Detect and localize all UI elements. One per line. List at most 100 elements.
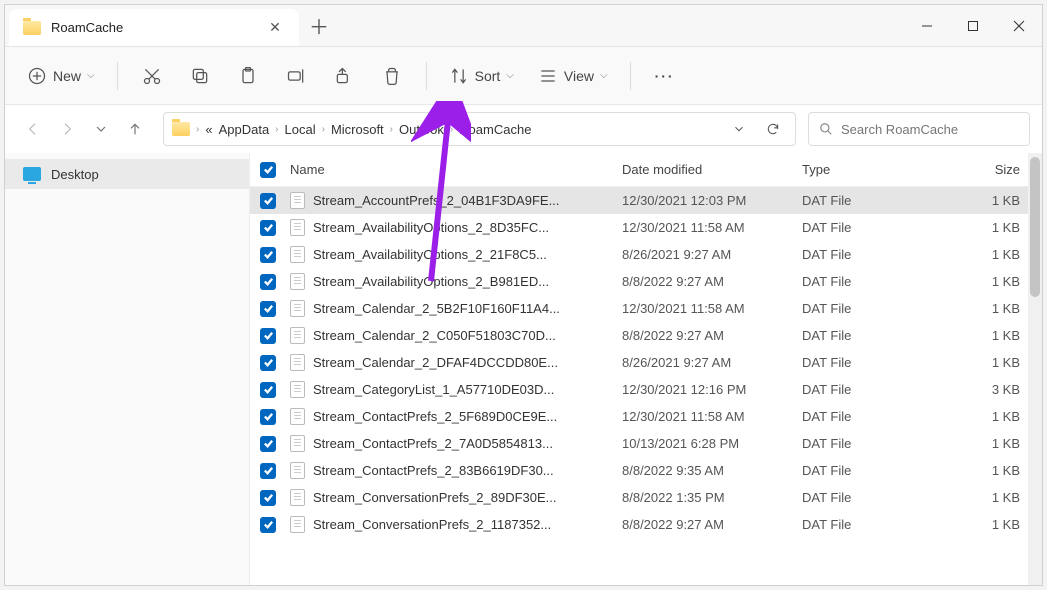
address-dropdown-button[interactable] xyxy=(725,115,753,143)
breadcrumb-item[interactable]: RoamCache xyxy=(459,122,531,137)
close-window-button[interactable] xyxy=(996,5,1042,46)
row-checkbox[interactable] xyxy=(250,247,286,263)
breadcrumb-item[interactable]: Outlook› xyxy=(399,122,453,137)
sidebar: Desktop xyxy=(5,153,250,585)
sort-button[interactable]: Sort ⌵ xyxy=(439,58,524,94)
col-header-type[interactable]: Type xyxy=(802,162,950,177)
tab-title: RoamCache xyxy=(51,20,255,35)
file-name: Stream_ContactPrefs_2_83B6619DF30... xyxy=(313,463,622,478)
share-button[interactable] xyxy=(322,58,366,94)
table-row[interactable]: Stream_Calendar_2_C050F51803C70D...8/8/2… xyxy=(250,322,1042,349)
maximize-button[interactable] xyxy=(950,5,996,46)
refresh-button[interactable] xyxy=(759,115,787,143)
table-row[interactable]: Stream_ContactPrefs_2_7A0D5854813...10/1… xyxy=(250,430,1042,457)
col-header-date[interactable]: Date modified xyxy=(622,162,802,177)
table-row[interactable]: Stream_ContactPrefs_2_5F689D0CE9E...12/3… xyxy=(250,403,1042,430)
copy-icon xyxy=(190,66,210,86)
file-icon xyxy=(290,327,305,344)
table-row[interactable]: Stream_CategoryList_1_A57710DE03D...12/3… xyxy=(250,376,1042,403)
breadcrumb-item[interactable]: Microsoft› xyxy=(331,122,393,137)
rename-button[interactable] xyxy=(274,58,318,94)
cut-button[interactable] xyxy=(130,58,174,94)
row-checkbox[interactable] xyxy=(250,490,286,506)
sort-label: Sort xyxy=(475,68,501,84)
nav-up-button[interactable] xyxy=(119,113,151,145)
more-button[interactable]: ··· xyxy=(643,58,687,94)
sidebar-item-label: Desktop xyxy=(51,167,99,182)
file-name: Stream_AvailabilityOptions_2_8D35FC... xyxy=(313,220,622,235)
minimize-button[interactable] xyxy=(904,5,950,46)
file-type: DAT File xyxy=(802,220,950,235)
breadcrumb-overflow[interactable]: « xyxy=(205,122,212,137)
file-date: 8/8/2022 9:35 AM xyxy=(622,463,802,478)
paste-button[interactable] xyxy=(226,58,270,94)
new-tab-button[interactable]: ＋ xyxy=(299,5,339,46)
table-row[interactable]: Stream_ConversationPrefs_2_1187352...8/8… xyxy=(250,511,1042,538)
address-bar[interactable]: › « AppData› Local› Microsoft› Outlook› … xyxy=(163,112,796,146)
file-date: 10/13/2021 6:28 PM xyxy=(622,436,802,451)
delete-button[interactable] xyxy=(370,58,414,94)
file-date: 12/30/2021 11:58 AM xyxy=(622,409,802,424)
new-button[interactable]: New ⌵ xyxy=(17,58,105,94)
file-icon xyxy=(290,381,305,398)
plus-circle-icon xyxy=(27,66,47,86)
search-icon xyxy=(819,122,833,136)
rename-icon xyxy=(286,66,306,86)
file-date: 12/30/2021 11:58 AM xyxy=(622,301,802,316)
row-checkbox[interactable] xyxy=(250,436,286,452)
search-box[interactable] xyxy=(808,112,1030,146)
breadcrumb-item[interactable]: Local› xyxy=(285,122,325,137)
select-all-checkbox[interactable] xyxy=(250,162,286,178)
close-tab-icon[interactable]: ✕ xyxy=(265,18,285,38)
row-checkbox[interactable] xyxy=(250,301,286,317)
file-icon xyxy=(290,300,305,317)
row-checkbox[interactable] xyxy=(250,220,286,236)
file-type: DAT File xyxy=(802,355,950,370)
chevron-right-icon: › xyxy=(196,124,199,135)
col-header-name[interactable]: Name xyxy=(286,162,622,177)
row-checkbox[interactable] xyxy=(250,517,286,533)
nav-back-button[interactable] xyxy=(17,113,49,145)
sidebar-item-desktop[interactable]: Desktop xyxy=(5,159,249,189)
column-headers: Name Date modified Type Size xyxy=(250,153,1042,187)
window-controls xyxy=(904,5,1042,46)
file-date: 12/30/2021 11:58 AM xyxy=(622,220,802,235)
file-type: DAT File xyxy=(802,382,950,397)
table-row[interactable]: Stream_AvailabilityOptions_2_21F8C5...8/… xyxy=(250,241,1042,268)
table-row[interactable]: Stream_AccountPrefs_2_04B1F3DA9FE...12/3… xyxy=(250,187,1042,214)
scrollbar-thumb[interactable] xyxy=(1030,157,1040,297)
row-checkbox[interactable] xyxy=(250,193,286,209)
table-row[interactable]: Stream_ConversationPrefs_2_89DF30E...8/8… xyxy=(250,484,1042,511)
desktop-icon xyxy=(23,167,41,181)
chevron-down-icon: ⌵ xyxy=(600,70,608,81)
table-row[interactable]: Stream_Calendar_2_DFAF4DCCDD80E...8/26/2… xyxy=(250,349,1042,376)
file-type: DAT File xyxy=(802,490,950,505)
share-icon xyxy=(334,66,354,86)
file-icon xyxy=(290,354,305,371)
row-checkbox[interactable] xyxy=(250,274,286,290)
table-row[interactable]: Stream_AvailabilityOptions_2_8D35FC...12… xyxy=(250,214,1042,241)
nav-recent-button[interactable] xyxy=(85,113,117,145)
table-row[interactable]: Stream_ContactPrefs_2_83B6619DF30...8/8/… xyxy=(250,457,1042,484)
table-row[interactable]: Stream_AvailabilityOptions_2_B981ED...8/… xyxy=(250,268,1042,295)
view-button[interactable]: View ⌵ xyxy=(528,58,618,94)
nav-forward-button[interactable] xyxy=(51,113,83,145)
row-checkbox[interactable] xyxy=(250,382,286,398)
file-icon xyxy=(290,435,305,452)
row-checkbox[interactable] xyxy=(250,328,286,344)
scrollbar[interactable] xyxy=(1028,153,1042,585)
tab-roamcache[interactable]: RoamCache ✕ xyxy=(9,9,299,46)
row-checkbox[interactable] xyxy=(250,463,286,479)
file-date: 8/26/2021 9:27 AM xyxy=(622,355,802,370)
file-name: Stream_ConversationPrefs_2_89DF30E... xyxy=(313,490,622,505)
breadcrumb-item[interactable]: AppData› xyxy=(219,122,279,137)
search-input[interactable] xyxy=(841,122,1019,137)
copy-button[interactable] xyxy=(178,58,222,94)
file-date: 8/8/2022 9:27 AM xyxy=(622,274,802,289)
file-icon xyxy=(290,273,305,290)
file-name: Stream_ConversationPrefs_2_1187352... xyxy=(313,517,622,532)
table-row[interactable]: Stream_Calendar_2_5B2F10F160F11A4...12/3… xyxy=(250,295,1042,322)
row-checkbox[interactable] xyxy=(250,355,286,371)
row-checkbox[interactable] xyxy=(250,409,286,425)
file-name: Stream_Calendar_2_C050F51803C70D... xyxy=(313,328,622,343)
